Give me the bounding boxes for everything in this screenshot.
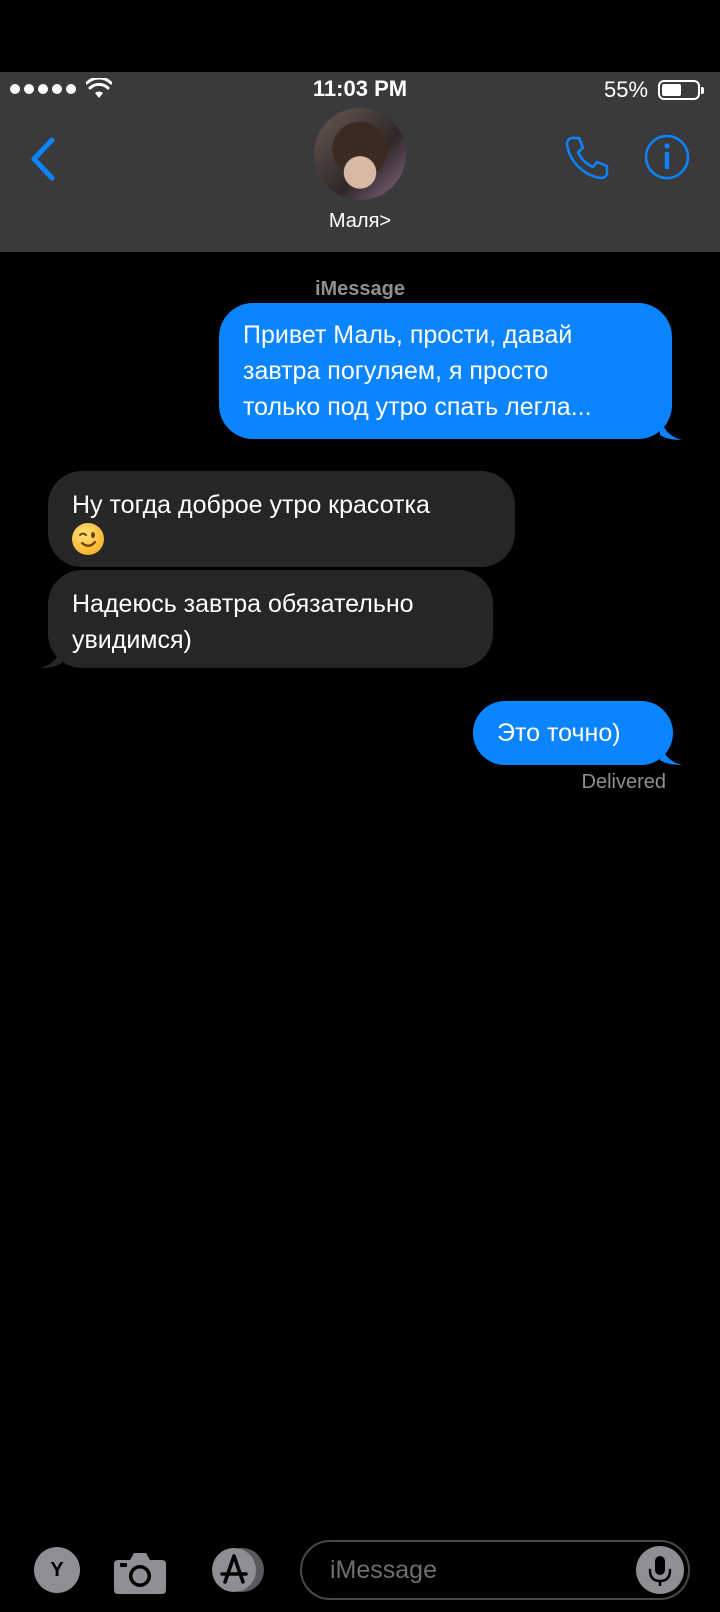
delivery-status: Delivered: [581, 771, 666, 793]
message-line: Привет Маль, прости, давай: [243, 321, 573, 349]
message-input-bar: Y iMessage: [0, 1540, 720, 1612]
message-line: только под утро спать легла...: [243, 393, 592, 421]
winking-face-emoji: [72, 523, 491, 559]
input-placeholder: iMessage: [330, 1556, 437, 1584]
chevron-left-icon[interactable]: [24, 134, 64, 184]
camera-icon[interactable]: [112, 1546, 168, 1596]
message-line: увидимся): [72, 626, 192, 654]
message-input[interactable]: iMessage: [300, 1540, 690, 1600]
message-bubble-incoming[interactable]: Надеюсь завтра обязательно увидимся): [48, 570, 493, 668]
status-bar: 11:03 PM 55%: [0, 72, 720, 108]
battery-percent: 55%: [604, 77, 649, 102]
message-bubble-outgoing[interactable]: Это точно): [473, 701, 673, 765]
app-store-icon[interactable]: [204, 1546, 270, 1594]
contact-name[interactable]: Маля>: [0, 210, 720, 233]
message-line: Ну тогда доброе утро красотка: [72, 491, 430, 519]
bubble-tail: [660, 415, 682, 440]
message-line: Надеюсь завтра обязательно: [72, 590, 414, 618]
battery-fill: [662, 84, 681, 96]
message-line: Это точно): [497, 719, 621, 747]
microphone-button[interactable]: [636, 1546, 684, 1594]
info-icon[interactable]: [642, 132, 692, 182]
service-label: iMessage: [314, 278, 406, 300]
app-drawer-button[interactable]: Y: [34, 1547, 80, 1593]
message-bubble-incoming[interactable]: Ну тогда доброе утро красотка: [48, 471, 515, 567]
phone-icon[interactable]: [562, 132, 612, 182]
message-bubble-outgoing[interactable]: Привет Маль, прости, давай завтра погуля…: [219, 303, 672, 439]
contact-avatar[interactable]: [314, 108, 406, 200]
battery-icon: [658, 80, 704, 100]
bubble-tail: [660, 740, 682, 765]
bubble-tail: [40, 643, 62, 668]
message-line: завтра погуляем, я просто: [243, 357, 549, 385]
microphone-icon: [648, 1556, 672, 1586]
conversation-header: Маля>: [0, 108, 720, 252]
winking-face-icon: [72, 523, 104, 556]
